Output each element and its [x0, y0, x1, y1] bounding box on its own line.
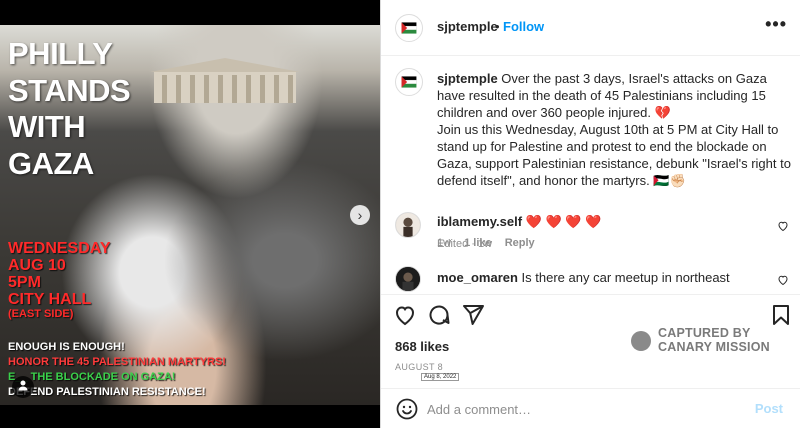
- header-username[interactable]: sjptemple: [437, 19, 498, 34]
- event-line: WEDNESDAY: [8, 240, 111, 257]
- reply-button[interactable]: Reply: [505, 237, 535, 249]
- event-note: (EAST SIDE): [8, 308, 74, 320]
- date-tooltip: Aug 8, 2022: [421, 373, 460, 381]
- comment-username[interactable]: iblamemy.self: [437, 214, 522, 229]
- headline-line: PHILLY: [8, 36, 113, 71]
- post-sidebar: sjptemple • Follow ••• sjptemple Over th…: [380, 0, 800, 428]
- comment-input[interactable]: [427, 399, 727, 419]
- comment-text: moe_omaren Is there any car meetup in no…: [437, 270, 730, 285]
- watermark-text: CAPTURED BY CANARY MISSION: [658, 326, 770, 354]
- headline-line: WITH: [8, 109, 86, 144]
- comment-text: iblamemy.self ❤️ ❤️ ❤️ ❤️: [437, 214, 601, 230]
- poster-slogans: ENOUGH IS ENOUGH! HONOR THE 45 PALESTINI…: [8, 340, 226, 400]
- event-line: AUG 10: [8, 257, 66, 274]
- avatar[interactable]: [395, 68, 423, 96]
- avatar[interactable]: [395, 266, 421, 292]
- heart-icon[interactable]: [777, 274, 789, 286]
- caption-text: sjptemple Over the past 3 days, Israel's…: [437, 70, 792, 189]
- slogan-line: DEFEND PALESTINIAN RESISTANCE!: [8, 386, 206, 398]
- watermark: CAPTURED BY CANARY MISSION: [631, 326, 800, 356]
- comment-body: ❤️ ❤️ ❤️ ❤️: [525, 214, 602, 229]
- post-comment-button[interactable]: Post: [755, 401, 783, 416]
- share-paper-plane-icon[interactable]: [461, 303, 485, 327]
- avatar[interactable]: [395, 212, 421, 238]
- post-media[interactable]: PHILLY STANDS WITH GAZA WEDNESDAY AUG 10…: [0, 0, 380, 428]
- comment-username[interactable]: moe_omaren: [437, 270, 518, 285]
- watermark-line: CANARY MISSION: [658, 339, 770, 354]
- add-comment-bar: Post: [381, 388, 800, 428]
- comment-bubble-icon[interactable]: [427, 303, 451, 327]
- next-slide-chevron-icon[interactable]: ›: [350, 205, 370, 225]
- slogan-line: ENOUGH IS ENOUGH!: [8, 341, 125, 353]
- caption-body: Join us this Wednesday, August 10th at 5…: [437, 122, 791, 188]
- user-photo-icon: [396, 267, 420, 291]
- comment-likes[interactable]: 1 like: [464, 237, 492, 249]
- comment-meta: 1w 1 like Reply: [437, 237, 535, 249]
- more-options-icon[interactable]: •••: [765, 14, 787, 35]
- event-line: CITY HALL: [8, 291, 92, 308]
- follow-button[interactable]: Follow: [503, 19, 544, 34]
- event-line: 5PM: [8, 274, 41, 291]
- post-date[interactable]: AUGUST 8: [395, 362, 443, 372]
- comment-body: Is there any car meetup in northeast: [521, 270, 730, 285]
- heart-icon[interactable]: [777, 220, 789, 232]
- avatar[interactable]: [395, 14, 423, 42]
- headline-line: GAZA: [8, 145, 94, 181]
- caption-username[interactable]: sjptemple: [437, 71, 498, 86]
- event-details: WEDNESDAY AUG 10 5PM CITY HALL (EAST SID…: [8, 240, 111, 321]
- slogan-line: HONOR THE 45 PALESTINIAN MARTYRS!: [8, 356, 226, 368]
- sjp-logo-icon: [396, 69, 422, 95]
- poster-headline: PHILLY STANDS WITH GAZA: [8, 36, 178, 182]
- post-header: sjptemple • Follow •••: [381, 0, 800, 56]
- watermark-line: CAPTURED BY: [658, 326, 751, 340]
- canary-logo-icon: [631, 331, 651, 351]
- sjp-logo-icon: [396, 15, 422, 41]
- slogan-line: E__ THE BLOCKADE ON GAZA!: [8, 371, 176, 383]
- separator-dot: •: [495, 19, 500, 34]
- headline-line: STANDS: [8, 72, 131, 108]
- save-bookmark-icon[interactable]: [769, 303, 793, 327]
- likes-count[interactable]: 868 likes: [395, 339, 449, 354]
- user-photo-icon: [396, 213, 420, 237]
- person-icon: [18, 380, 28, 391]
- like-heart-icon[interactable]: [393, 303, 417, 327]
- comment-time: 1w: [437, 237, 452, 249]
- emoji-smile-icon[interactable]: [395, 397, 419, 421]
- person-tag-icon[interactable]: [12, 376, 34, 398]
